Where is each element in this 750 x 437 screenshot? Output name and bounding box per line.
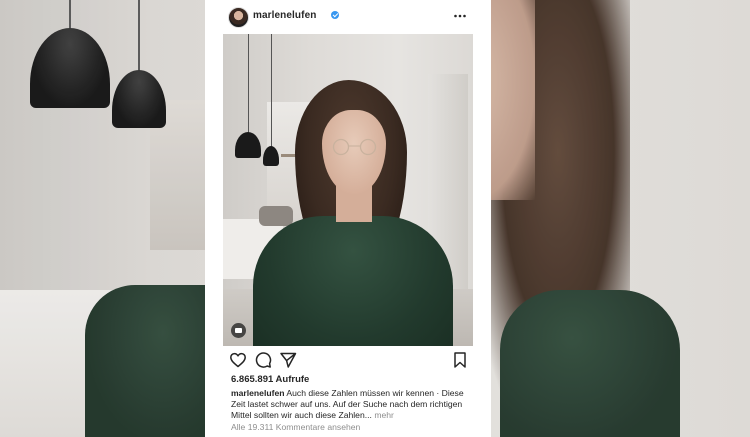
more-link[interactable]: mehr — [374, 410, 394, 420]
verified-badge-icon — [331, 11, 339, 19]
caption-username[interactable]: marlenelufen — [231, 388, 285, 398]
instagram-post-card: marlenelufen 6.865.891 Aufrufe marlenelu… — [205, 0, 491, 437]
heart-icon[interactable] — [229, 351, 247, 369]
more-options-icon[interactable] — [453, 9, 467, 23]
post-actions — [229, 351, 473, 371]
post-caption: marlenelufen Auch diese Zahlen müssen wi… — [231, 388, 471, 421]
glasses — [332, 138, 377, 156]
username[interactable]: marlenelufen — [253, 10, 316, 21]
person-shirt — [253, 216, 453, 346]
avatar[interactable] — [228, 7, 249, 28]
video-lamp — [263, 34, 279, 166]
video-lamp — [235, 34, 261, 160]
paper-plane-icon[interactable] — [279, 351, 297, 369]
post-video[interactable] — [223, 34, 473, 346]
view-comments-link[interactable]: Alle 19.311 Kommentare ansehen — [231, 422, 360, 432]
post-header: marlenelufen — [227, 6, 477, 28]
bookmark-icon[interactable] — [451, 351, 469, 369]
comment-icon[interactable] — [254, 351, 272, 369]
view-count: 6.865.891 Aufrufe — [231, 374, 310, 385]
camera-icon[interactable] — [231, 323, 246, 338]
